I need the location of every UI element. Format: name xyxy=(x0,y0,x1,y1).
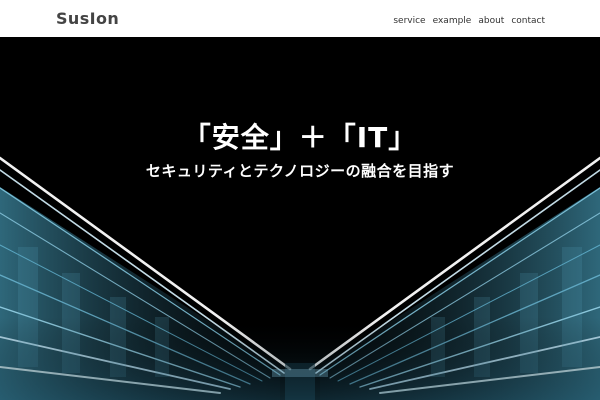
nav-link-contact[interactable]: contact xyxy=(511,16,545,26)
hero-section: 「安全」＋「IT」 セキュリティとテクノロジーの融合を目指す xyxy=(0,37,600,400)
main-navigation: service example about contact xyxy=(393,16,545,26)
floor-reflection xyxy=(0,317,600,400)
nav-link-example[interactable]: example xyxy=(433,16,472,26)
site-header: SusIon service example about contact xyxy=(0,0,600,37)
hero-subheadline: セキュリティとテクノロジーの融合を目指す xyxy=(145,162,455,180)
nav-link-service[interactable]: service xyxy=(393,16,425,26)
hero-headline: 「安全」＋「IT」 xyxy=(182,121,418,154)
nav-link-about[interactable]: about xyxy=(478,16,504,26)
brand-logo-link[interactable]: SusIon xyxy=(56,9,119,28)
hero-background-tunnel-image xyxy=(0,37,600,400)
